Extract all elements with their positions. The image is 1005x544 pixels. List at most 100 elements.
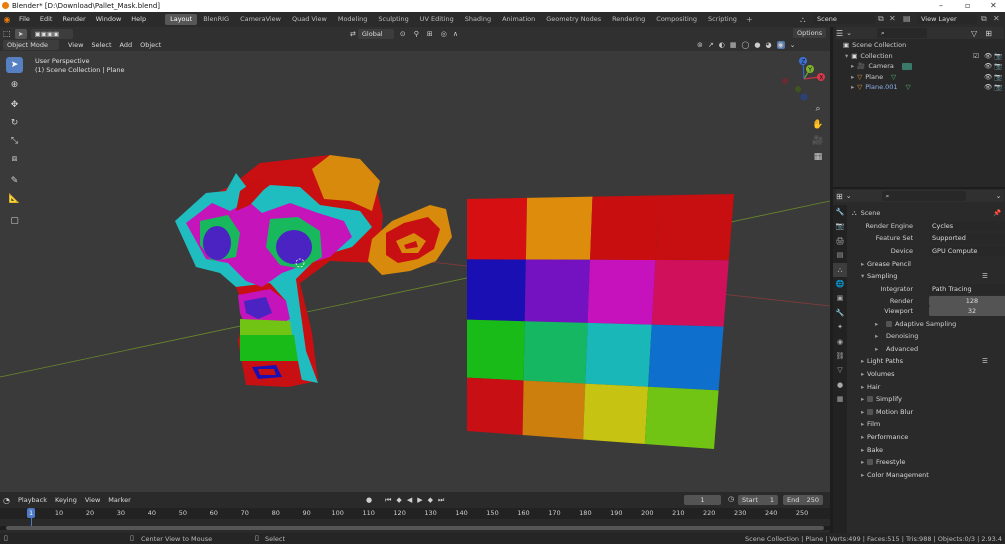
timeline-scrollbar[interactable] bbox=[0, 526, 830, 530]
falloff-icon[interactable]: ∧ bbox=[453, 30, 458, 38]
tree-row-scene-collection[interactable]: ▣ Scene Collection bbox=[833, 40, 1005, 51]
panel-simplify[interactable]: Simplify bbox=[848, 393, 1005, 406]
panel-film[interactable]: Film bbox=[848, 418, 1005, 431]
new-collection-icon[interactable]: ⊞ bbox=[985, 29, 992, 38]
tab-animation[interactable]: Animation bbox=[497, 14, 540, 25]
display-mode-icon[interactable]: ⌄ bbox=[846, 29, 852, 37]
viewport-menu-select[interactable]: Select bbox=[87, 40, 115, 50]
panel-hair[interactable]: Hair bbox=[848, 380, 1005, 393]
menu-file[interactable]: File bbox=[14, 12, 35, 27]
panel-light-paths[interactable]: Light Paths ☰ bbox=[848, 355, 1005, 368]
jump-next-key-icon[interactable]: ◆ bbox=[428, 496, 433, 504]
presets-icon[interactable]: ☰ bbox=[982, 272, 988, 280]
tab-blenrig[interactable]: BlenRIG bbox=[198, 14, 234, 25]
adaptive-checkbox[interactable] bbox=[886, 320, 892, 327]
world-tab-icon[interactable]: 🌐 bbox=[833, 277, 847, 291]
tab-geometry-nodes[interactable]: Geometry Nodes bbox=[541, 14, 606, 25]
tab-layout[interactable]: Layout bbox=[165, 14, 198, 25]
expand-icon[interactable]: ▸ bbox=[851, 72, 854, 83]
integrator-select[interactable]: Path Tracing bbox=[929, 283, 1005, 294]
mesh-data-icon[interactable]: ▽ bbox=[891, 72, 896, 83]
presets-icon[interactable]: ☰ bbox=[982, 357, 988, 365]
panel-color-management[interactable]: Color Management bbox=[848, 468, 1005, 481]
camera-data-icon[interactable] bbox=[901, 62, 912, 70]
auto-keying-icon[interactable]: ● bbox=[366, 496, 372, 504]
expand-icon[interactable]: ▾ bbox=[845, 51, 848, 62]
tab-compositing[interactable]: Compositing bbox=[651, 14, 702, 25]
minimize-icon[interactable]: – bbox=[939, 0, 943, 11]
timeline-menu-playback[interactable]: Playback bbox=[14, 495, 51, 505]
tab-rendering[interactable]: Rendering bbox=[607, 14, 650, 25]
tab-modeling[interactable]: Modeling bbox=[333, 14, 373, 25]
add-workspace-icon[interactable]: + bbox=[746, 15, 753, 24]
add-cube-tool[interactable]: ▢ bbox=[6, 213, 23, 229]
tab-uv-editing[interactable]: UV Editing bbox=[415, 14, 459, 25]
viewport-menu-view[interactable]: View bbox=[64, 40, 87, 50]
menu-help[interactable]: Help bbox=[126, 12, 151, 27]
render-camera-icon[interactable]: 📷 bbox=[994, 61, 1002, 72]
menu-render[interactable]: Render bbox=[57, 12, 90, 27]
delete-scene-icon[interactable]: ✕ bbox=[889, 14, 896, 23]
panel-bake[interactable]: Bake bbox=[848, 443, 1005, 456]
viewport-menu-add[interactable]: Add bbox=[116, 40, 137, 50]
editor-dropdown-icon[interactable]: ⌄ bbox=[846, 192, 852, 200]
maximize-icon[interactable]: ▫ bbox=[965, 0, 970, 11]
scene-selector[interactable]: Scene bbox=[813, 14, 875, 24]
selection-mode-buttons[interactable]: ▣▣▣▣ bbox=[30, 28, 73, 39]
proportional-edit-icon[interactable]: ◎ bbox=[441, 30, 447, 38]
properties-editor-icon[interactable]: ⊞ bbox=[836, 192, 843, 201]
timeline-editor-icon[interactable]: ◔ bbox=[3, 496, 10, 505]
expand-icon[interactable]: ▸ bbox=[851, 61, 854, 72]
object-mode-selector[interactable]: Object Mode bbox=[3, 40, 59, 50]
zoom-icon[interactable]: ⌕ bbox=[810, 101, 826, 117]
modifier-tab-icon[interactable]: 🔧 bbox=[833, 306, 847, 320]
move-tool[interactable]: ✥ bbox=[6, 97, 23, 113]
rotate-tool[interactable]: ↻ bbox=[6, 115, 23, 131]
view-layer-icon[interactable]: ▤ bbox=[903, 14, 911, 23]
select-box-tool[interactable]: ➤ bbox=[6, 57, 23, 73]
view-layer-tab-icon[interactable]: ▤ bbox=[833, 248, 847, 262]
panel-freestyle[interactable]: Freestyle bbox=[848, 456, 1005, 469]
render-camera-icon[interactable]: 📷 bbox=[994, 82, 1002, 93]
tree-row-plane[interactable]: ▸ ▽ Plane ▽ 👁 📷 bbox=[833, 72, 1005, 83]
device-select[interactable]: GPU Compute bbox=[929, 246, 1005, 257]
panel-performance[interactable]: Performance bbox=[848, 431, 1005, 444]
tool-tab-icon[interactable]: 🔧 bbox=[833, 205, 847, 219]
view-layer-selector[interactable]: View Layer bbox=[917, 14, 977, 24]
annotate-tool[interactable]: ✎ bbox=[6, 173, 23, 189]
visibility-eye-icon[interactable]: 👁 bbox=[984, 51, 992, 62]
visibility-eye-icon[interactable]: 👁 bbox=[984, 61, 992, 72]
tab-scripting[interactable]: Scripting bbox=[703, 14, 742, 25]
panel-volumes[interactable]: Volumes bbox=[848, 368, 1005, 381]
play-icon[interactable]: ▶ bbox=[417, 496, 422, 504]
snap-target-icon[interactable]: ⊞ bbox=[427, 30, 433, 38]
outliner-search-input[interactable]: ⌕ bbox=[877, 28, 928, 38]
texture-tab-icon[interactable]: ▦ bbox=[833, 392, 847, 406]
expand-icon[interactable]: ▸ bbox=[851, 82, 854, 93]
timeline-menu-keying[interactable]: Keying bbox=[51, 495, 81, 505]
panel-adaptive-sampling[interactable]: Adaptive Sampling bbox=[848, 317, 1005, 330]
shading-material-icon[interactable]: ◕ bbox=[765, 41, 771, 49]
xray-icon[interactable]: ▦ bbox=[730, 41, 737, 49]
cursor-tool[interactable]: ⊕ bbox=[6, 77, 23, 93]
properties-search-input[interactable]: ⌕ bbox=[881, 191, 966, 201]
jump-end-icon[interactable]: ⏭ bbox=[438, 496, 444, 505]
render-camera-icon[interactable]: 📷 bbox=[994, 51, 1002, 62]
timeline-menu-view[interactable]: View bbox=[81, 495, 104, 505]
filter-icon[interactable]: ▽ bbox=[971, 29, 977, 38]
material-tab-icon[interactable]: ● bbox=[833, 378, 847, 392]
transform-orientation-icon[interactable]: ⇄ bbox=[350, 30, 356, 38]
transform-tool[interactable]: ⧈ bbox=[6, 151, 23, 167]
particles-tab-icon[interactable]: ✦ bbox=[833, 320, 847, 334]
pivot-icon[interactable]: ⊙ bbox=[400, 30, 406, 38]
camera-view-icon[interactable]: 🎥 bbox=[810, 133, 826, 149]
constraints-tab-icon[interactable]: ⛓ bbox=[833, 349, 847, 363]
3d-viewport[interactable]: User Perspective (1) Scene Collection | … bbox=[0, 51, 830, 492]
exclude-checkbox-icon[interactable]: ☑ bbox=[973, 51, 979, 62]
visibility-eye-icon[interactable]: 👁 bbox=[984, 72, 992, 83]
shading-solid-icon[interactable]: ● bbox=[754, 41, 760, 49]
snap-icon[interactable]: ⚲ bbox=[414, 30, 419, 38]
navigation-gizmo[interactable]: X Y Z bbox=[780, 55, 830, 105]
close-icon[interactable]: ✕ bbox=[990, 0, 997, 11]
frame-ruler[interactable]: 1 10 20 30 40 50 60 70 80 90 100 110 120 130 140 150 160… bbox=[0, 508, 830, 519]
